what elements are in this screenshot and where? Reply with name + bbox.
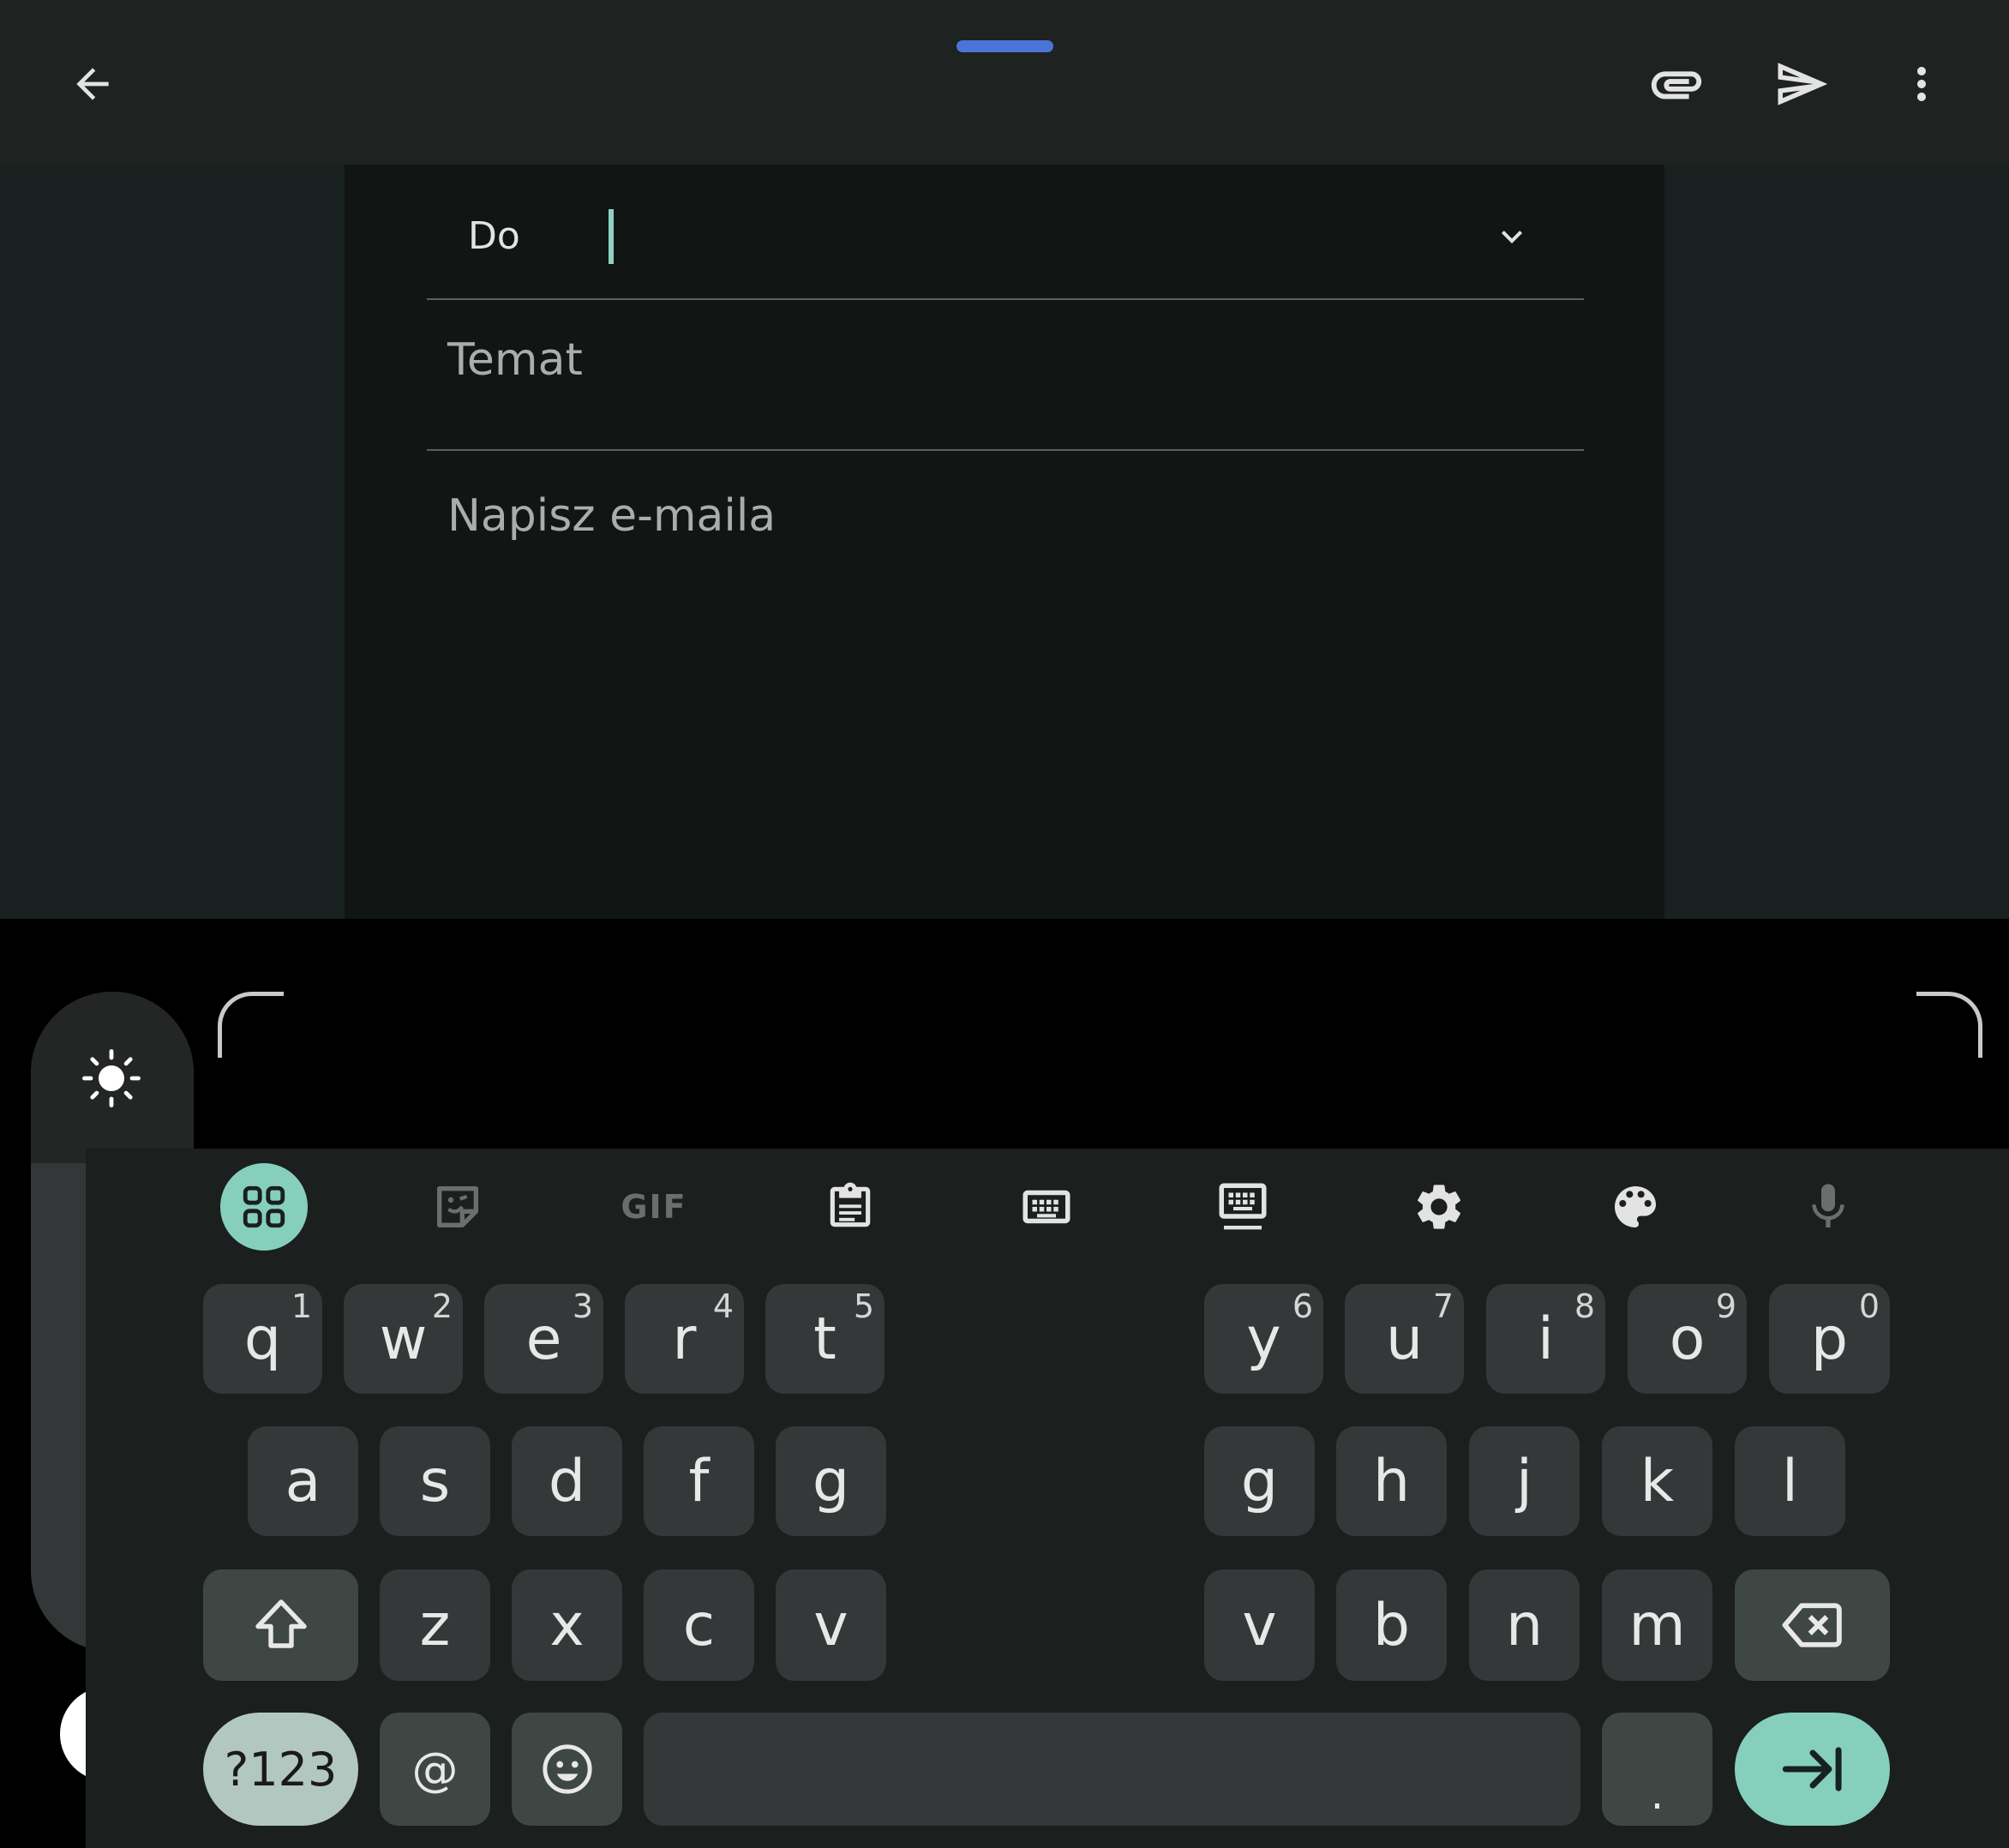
body-placeholder: Napisz e-maila bbox=[447, 490, 777, 542]
shift-icon bbox=[255, 1599, 307, 1648]
key-z[interactable]: z bbox=[380, 1569, 490, 1681]
apps-button[interactable] bbox=[220, 1163, 308, 1251]
drag-handle[interactable] bbox=[957, 40, 1053, 52]
gif-label: GIF bbox=[621, 1188, 687, 1226]
attach-button[interactable] bbox=[1642, 50, 1711, 118]
settings-button[interactable] bbox=[1395, 1163, 1483, 1251]
key-j[interactable]: j bbox=[1469, 1426, 1580, 1536]
gif-button[interactable]: GIF bbox=[610, 1163, 698, 1251]
voice-input-button[interactable] bbox=[1784, 1163, 1872, 1251]
key-b[interactable]: b bbox=[1336, 1569, 1447, 1681]
key-g-right[interactable]: g bbox=[1204, 1426, 1315, 1536]
key-g-left[interactable]: g bbox=[776, 1426, 886, 1536]
key-l[interactable]: l bbox=[1735, 1426, 1845, 1536]
to-field[interactable]: Do bbox=[427, 165, 1584, 300]
clipboard-icon bbox=[830, 1182, 871, 1227]
more-options-button[interactable] bbox=[1887, 50, 1956, 118]
keyboard-resize-corner-right[interactable] bbox=[1916, 992, 1982, 1058]
send-icon bbox=[1778, 63, 1828, 105]
key-v-left[interactable]: v bbox=[776, 1569, 886, 1681]
emoji-icon bbox=[542, 1744, 592, 1794]
key-o[interactable]: o9 bbox=[1628, 1284, 1747, 1394]
subject-field[interactable]: Temat bbox=[427, 300, 1584, 451]
palette-icon bbox=[1615, 1186, 1656, 1227]
key-x[interactable]: x bbox=[512, 1569, 622, 1681]
sticker-button[interactable] bbox=[414, 1163, 501, 1251]
key-e[interactable]: e3 bbox=[484, 1284, 603, 1394]
key-w[interactable]: w2 bbox=[344, 1284, 463, 1394]
backspace-key[interactable] bbox=[1735, 1569, 1890, 1681]
more-vert-icon bbox=[1917, 67, 1926, 101]
tab-arrow-icon bbox=[1782, 1747, 1842, 1791]
microphone-icon bbox=[1812, 1184, 1844, 1227]
to-label: Do bbox=[468, 214, 520, 258]
key-q[interactable]: q1 bbox=[203, 1284, 322, 1394]
key-n[interactable]: n bbox=[1469, 1569, 1580, 1681]
symbols-key[interactable]: ?123 bbox=[203, 1713, 358, 1826]
key-f[interactable]: f bbox=[644, 1426, 754, 1536]
key-d[interactable]: d bbox=[512, 1426, 622, 1536]
key-u[interactable]: u7 bbox=[1345, 1284, 1464, 1394]
top-app-bar bbox=[0, 0, 2009, 165]
backspace-icon bbox=[1782, 1603, 1842, 1647]
sticker-icon bbox=[436, 1186, 478, 1227]
floating-keyboard-button[interactable] bbox=[1199, 1163, 1286, 1251]
compose-form: Do Temat bbox=[345, 165, 1664, 919]
key-k[interactable]: k bbox=[1602, 1426, 1712, 1536]
emoji-key[interactable] bbox=[512, 1713, 622, 1826]
expand-recipients-button[interactable] bbox=[1491, 216, 1532, 261]
key-y[interactable]: y6 bbox=[1204, 1284, 1323, 1394]
key-a[interactable]: a bbox=[248, 1426, 358, 1536]
space-key[interactable] bbox=[644, 1713, 1580, 1826]
key-c[interactable]: c bbox=[644, 1569, 754, 1681]
grid-icon bbox=[243, 1185, 285, 1228]
arrow-left-icon bbox=[76, 68, 109, 100]
keyboard-icon bbox=[1022, 1190, 1070, 1224]
gear-icon bbox=[1418, 1185, 1460, 1229]
subject-placeholder: Temat bbox=[447, 334, 583, 386]
key-v-right[interactable]: v bbox=[1204, 1569, 1315, 1681]
at-key[interactable]: @ bbox=[380, 1713, 490, 1826]
keyboard-hide-icon bbox=[1219, 1183, 1267, 1230]
key-i[interactable]: i8 bbox=[1486, 1284, 1605, 1394]
text-cursor bbox=[609, 209, 614, 264]
clipboard-button[interactable] bbox=[807, 1163, 894, 1251]
keyboard-resize-corner-left[interactable] bbox=[218, 992, 284, 1058]
one-handed-mode-button[interactable] bbox=[1003, 1163, 1090, 1251]
shift-key[interactable] bbox=[203, 1569, 358, 1681]
key-h[interactable]: h bbox=[1336, 1426, 1447, 1536]
period-key[interactable]: . bbox=[1602, 1713, 1712, 1826]
back-button[interactable] bbox=[58, 50, 127, 118]
left-margin bbox=[0, 165, 345, 919]
right-margin bbox=[1664, 165, 2009, 919]
send-button[interactable] bbox=[1767, 50, 1836, 118]
key-s[interactable]: s bbox=[380, 1426, 490, 1536]
brightness-icon bbox=[81, 1047, 142, 1113]
paperclip-icon bbox=[1651, 71, 1702, 99]
key-p[interactable]: p0 bbox=[1769, 1284, 1890, 1394]
theme-button[interactable] bbox=[1592, 1163, 1679, 1251]
next-field-key[interactable] bbox=[1735, 1713, 1890, 1826]
chevron-down-icon bbox=[1502, 231, 1522, 243]
key-m[interactable]: m bbox=[1602, 1569, 1712, 1681]
key-r[interactable]: r4 bbox=[625, 1284, 744, 1394]
key-t[interactable]: t5 bbox=[765, 1284, 885, 1394]
